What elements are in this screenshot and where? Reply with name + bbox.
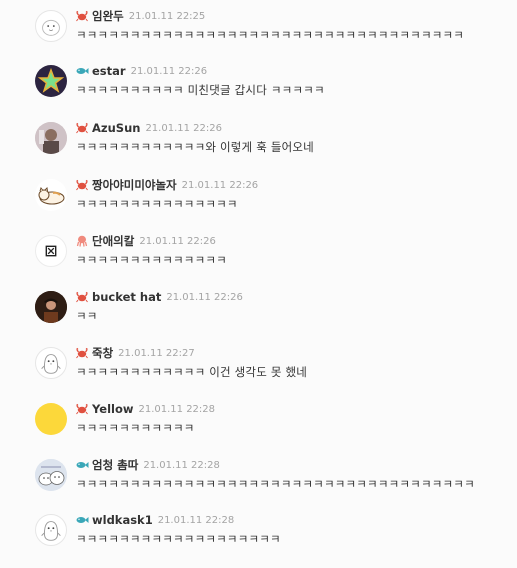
comment-author[interactable]: 엄청 촘따 xyxy=(92,457,138,473)
comment-text: ㅋㅋㅋㅋㅋㅋㅋㅋㅋㅋㅋㅋ 이건 생각도 못 했네 xyxy=(76,365,308,379)
comment-meta: Yellow 21.01.11 22:28 xyxy=(75,401,215,417)
fish-icon xyxy=(75,64,89,78)
crab-icon xyxy=(75,402,89,416)
crab-icon xyxy=(75,346,89,360)
octopus-icon xyxy=(75,234,89,248)
crab-icon xyxy=(75,290,89,304)
comment-author[interactable]: AzuSun xyxy=(92,121,140,135)
comment-text: ㅋㅋㅋㅋㅋㅋㅋㅋㅋㅋㅋㅋㅋㅋㅋ xyxy=(76,197,238,211)
comment-item: 단애의칼 21.01.11 22:26 ㅋㅋㅋㅋㅋㅋㅋㅋㅋㅋㅋㅋㅋㅋ xyxy=(0,233,517,289)
comment-item: estar 21.01.11 22:26 ㅋㅋㅋㅋㅋㅋㅋㅋㅋㅋ 미친댓글 갑시다… xyxy=(0,63,517,119)
comment-meta: wldkask1 21.01.11 22:28 xyxy=(75,512,234,528)
comment-text: ㅋㅋㅋㅋㅋㅋㅋㅋㅋㅋㅋ xyxy=(76,421,195,435)
comment-item: AzuSun 21.01.11 22:26 ㅋㅋㅋㅋㅋㅋㅋㅋㅋㅋㅋㅋ와 이렇게 … xyxy=(0,120,517,176)
penguin-avatar[interactable] xyxy=(35,514,67,546)
fish-icon xyxy=(75,513,89,527)
cat-avatar[interactable] xyxy=(35,179,67,211)
comment-meta: 엄청 촘따 21.01.11 22:28 xyxy=(75,457,220,473)
comment-timestamp: 21.01.11 22:28 xyxy=(143,459,220,471)
fish-icon xyxy=(75,458,89,472)
comment-meta: 단애의칼 21.01.11 22:26 xyxy=(75,233,216,249)
comment-author[interactable]: estar xyxy=(92,64,126,78)
comment-timestamp: 21.01.11 22:28 xyxy=(157,514,235,526)
crab-icon xyxy=(75,178,89,192)
comment-text: ㅋㅋㅋㅋㅋㅋㅋㅋㅋㅋㅋㅋ와 이렇게 훅 들어오네 xyxy=(76,140,314,154)
person-avatar[interactable] xyxy=(35,291,67,323)
comment-item: Yellow 21.01.11 22:28 ㅋㅋㅋㅋㅋㅋㅋㅋㅋㅋㅋ xyxy=(0,401,517,457)
penguin-avatar[interactable] xyxy=(35,347,67,379)
comment-item: 죽창 21.01.11 22:27 ㅋㅋㅋㅋㅋㅋㅋㅋㅋㅋㅋㅋ 이건 생각도 못 … xyxy=(0,345,517,401)
photo-avatar[interactable] xyxy=(35,122,67,154)
comment-meta: estar 21.01.11 22:26 xyxy=(75,63,207,79)
comment-author[interactable]: wldkask1 xyxy=(92,513,153,527)
comment-item: wldkask1 21.01.11 22:28 ㅋㅋㅋㅋㅋㅋㅋㅋㅋㅋㅋㅋㅋㅋㅋㅋ… xyxy=(0,512,517,568)
star-avatar[interactable] xyxy=(35,65,67,97)
crab-icon xyxy=(75,121,89,135)
comment-item: 짱아야미미야놀자 21.01.11 22:26 ㅋㅋㅋㅋㅋㅋㅋㅋㅋㅋㅋㅋㅋㅋㅋ xyxy=(0,177,517,233)
comment-meta: bucket hat 21.01.11 22:26 xyxy=(75,289,243,305)
comment-author[interactable]: bucket hat xyxy=(92,290,161,304)
comment-text: ㅋㅋㅋㅋㅋㅋㅋㅋㅋㅋㅋㅋㅋㅋㅋㅋㅋㅋㅋ xyxy=(76,532,281,546)
comment-timestamp: 21.01.11 22:26 xyxy=(130,65,208,77)
comment-meta: 임완두 21.01.11 22:25 xyxy=(75,8,205,24)
crab-icon xyxy=(75,9,89,23)
yellow-circle-avatar[interactable] xyxy=(35,403,67,435)
comment-timestamp: 21.01.11 22:27 xyxy=(118,347,195,359)
comment-author[interactable]: Yellow xyxy=(92,402,133,416)
comment-author[interactable]: 죽창 xyxy=(92,345,113,361)
comment-text: ㅋㅋㅋㅋㅋㅋㅋㅋㅋㅋㅋㅋㅋㅋㅋㅋㅋㅋㅋㅋㅋㅋㅋㅋㅋㅋㅋㅋㅋㅋㅋㅋㅋㅋㅋㅋㅋ xyxy=(76,477,475,491)
comment-item: 엄청 촘따 21.01.11 22:28 ㅋㅋㅋㅋㅋㅋㅋㅋㅋㅋㅋㅋㅋㅋㅋㅋㅋㅋㅋ… xyxy=(0,457,517,513)
seal-avatar[interactable] xyxy=(35,10,67,42)
comment-meta: 죽창 21.01.11 22:27 xyxy=(75,345,195,361)
comment-list: 임완두 21.01.11 22:25 ㅋㅋㅋㅋㅋㅋㅋㅋㅋㅋㅋㅋㅋㅋㅋㅋㅋㅋㅋㅋㅋ… xyxy=(0,0,517,556)
comment-timestamp: 21.01.11 22:25 xyxy=(128,10,206,22)
comment-author[interactable]: 단애의칼 xyxy=(92,233,134,249)
comment-timestamp: 21.01.11 22:26 xyxy=(166,291,243,303)
broken-image-avatar[interactable] xyxy=(35,235,67,267)
comment-text: ㅋㅋㅋㅋㅋㅋㅋㅋㅋㅋㅋㅋㅋㅋ xyxy=(76,253,227,267)
doodle-avatar[interactable] xyxy=(35,459,67,491)
comment-author[interactable]: 짱아야미미야놀자 xyxy=(92,177,177,193)
comment-timestamp: 21.01.11 22:28 xyxy=(138,403,216,415)
comment-text: ㅋㅋ xyxy=(76,309,98,323)
comment-meta: 짱아야미미야놀자 21.01.11 22:26 xyxy=(75,177,258,193)
comment-text: ㅋㅋㅋㅋㅋㅋㅋㅋㅋㅋ 미친댓글 갑시다 ㅋㅋㅋㅋㅋ xyxy=(76,83,325,97)
comment-meta: AzuSun 21.01.11 22:26 xyxy=(75,120,222,136)
comment-timestamp: 21.01.11 22:26 xyxy=(145,122,222,134)
comment-item: 임완두 21.01.11 22:25 ㅋㅋㅋㅋㅋㅋㅋㅋㅋㅋㅋㅋㅋㅋㅋㅋㅋㅋㅋㅋㅋ… xyxy=(0,8,517,64)
comment-timestamp: 21.01.11 22:26 xyxy=(139,235,216,247)
comment-item: bucket hat 21.01.11 22:26 ㅋㅋ xyxy=(0,289,517,345)
comment-text: ㅋㅋㅋㅋㅋㅋㅋㅋㅋㅋㅋㅋㅋㅋㅋㅋㅋㅋㅋㅋㅋㅋㅋㅋㅋㅋㅋㅋㅋㅋㅋㅋㅋㅋㅋㅋ xyxy=(76,28,465,42)
comment-timestamp: 21.01.11 22:26 xyxy=(181,179,259,191)
comment-author[interactable]: 임완두 xyxy=(92,8,124,24)
